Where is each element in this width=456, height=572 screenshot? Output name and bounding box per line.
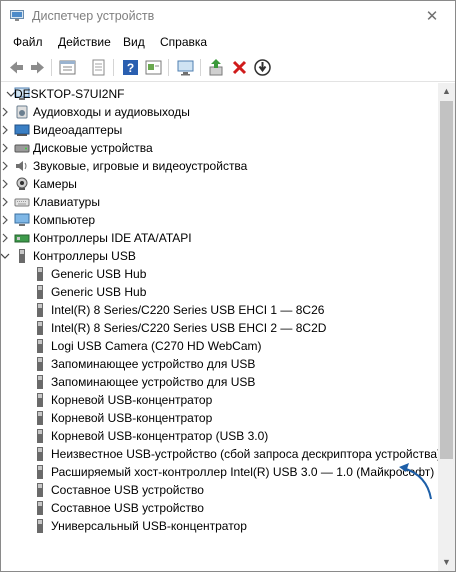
usb-device-icon xyxy=(37,285,43,299)
chevron-right-icon[interactable] xyxy=(1,211,10,229)
usb-device-label: Расширяемый хост-контроллер Intel(R) USB… xyxy=(51,465,435,479)
menu-view[interactable]: Вид xyxy=(123,35,145,49)
category-label: Контроллеры USB xyxy=(33,249,136,263)
chevron-down-icon[interactable] xyxy=(1,247,10,265)
scroll-down-arrow-icon[interactable]: ▼ xyxy=(438,554,455,571)
menu-help[interactable]: Справка xyxy=(160,35,207,49)
scroll-up-arrow-icon[interactable]: ▲ xyxy=(438,83,455,100)
properties-icon[interactable] xyxy=(58,58,77,77)
category-label: Компьютер xyxy=(33,213,96,227)
chevron-right-icon[interactable] xyxy=(1,139,10,157)
annotation-arrow-icon xyxy=(399,463,432,500)
close-button[interactable]: ✕ xyxy=(409,1,455,32)
usb-device-label: Logi USB Camera (C270 HD WebCam) xyxy=(51,339,262,353)
toolbar-separator xyxy=(51,59,52,76)
usb-device-icon xyxy=(37,501,43,515)
toolbar: ? xyxy=(1,54,455,82)
usb-device-label: Корневой USB-концентратор xyxy=(51,411,213,425)
category-label: Контроллеры IDE ATA/ATAPI xyxy=(33,231,192,245)
show-hidden-icon[interactable] xyxy=(144,58,163,77)
tree-root-label: DESKTOP-S7UI2NF xyxy=(14,87,125,101)
chevron-right-icon[interactable] xyxy=(1,193,10,211)
usb-device-label: Неизвестное USB-устройство (сбой запроса… xyxy=(51,447,438,461)
video-adapter-icon xyxy=(14,124,30,136)
chevron-right-icon[interactable] xyxy=(1,157,10,175)
chevron-right-icon[interactable] xyxy=(1,121,10,139)
help-icon[interactable]: ? xyxy=(121,58,140,77)
category-label: Дисковые устройства xyxy=(33,141,153,155)
chevron-right-icon[interactable] xyxy=(1,175,10,193)
camera-icon xyxy=(16,177,28,190)
toolbar-separator xyxy=(200,59,201,76)
category-label: Видеоадаптеры xyxy=(33,123,123,137)
usb-device-icon xyxy=(37,465,43,479)
vertical-scrollbar[interactable]: ▲ ▼ xyxy=(438,83,455,571)
usb-device-icon xyxy=(37,357,43,371)
usb-device-icon xyxy=(37,483,43,497)
update-driver-icon[interactable] xyxy=(207,58,226,77)
disk-drive-icon xyxy=(14,144,30,153)
usb-device-label: Запоминающее устройство для USB xyxy=(51,375,256,389)
category-label: Звуковые, игровые и видеоустройства xyxy=(33,159,248,173)
svg-text:?: ? xyxy=(127,61,134,75)
category-label: Камеры xyxy=(33,177,77,191)
usb-device-label: Корневой USB-концентратор xyxy=(51,393,213,407)
device-manager-window: Диспетчер устройств ✕ Файл Действие Вид … xyxy=(0,0,456,572)
toolbar-separator xyxy=(113,59,114,76)
usb-device-icon xyxy=(37,519,43,533)
usb-device-icon xyxy=(37,411,43,425)
chevron-right-icon[interactable] xyxy=(1,103,10,121)
title-bar[interactable]: Диспетчер устройств ✕ xyxy=(1,1,455,32)
window-title: Диспетчер устройств xyxy=(32,9,155,23)
usb-device-label: Универсальный USB-концентратор xyxy=(51,519,247,533)
device-manager-app-icon xyxy=(10,10,24,21)
monitor-icon[interactable] xyxy=(176,58,195,77)
usb-controller-icon xyxy=(19,249,25,263)
usb-device-icon xyxy=(37,267,43,281)
menu-bar: Файл Действие Вид Справка xyxy=(1,32,455,53)
usb-device-icon xyxy=(37,447,43,461)
category-label: Аудиовходы и аудиовыходы xyxy=(33,105,190,119)
usb-device-icon xyxy=(37,375,43,389)
back-arrow-icon[interactable] xyxy=(7,58,26,77)
usb-device-label: Intel(R) 8 Series/C220 Series USB EHCI 2… xyxy=(51,321,327,335)
device-tree: DESKTOP-S7UI2NF Аудиовходы и аудиовыходы… xyxy=(1,83,438,571)
usb-device-label: Intel(R) 8 Series/C220 Series USB EHCI 1… xyxy=(51,303,325,317)
category-label: Клавиатуры xyxy=(33,195,100,209)
usb-device-label: Составное USB устройство xyxy=(51,483,204,497)
usb-device-icon xyxy=(37,321,43,335)
usb-device-label: Generic USB Hub xyxy=(51,285,147,299)
scrollbar-thumb[interactable] xyxy=(440,101,453,459)
usb-device-label: Запоминающее устройство для USB xyxy=(51,357,256,371)
computer-icon xyxy=(14,213,30,226)
sound-icon xyxy=(16,161,27,171)
toolbar-separator xyxy=(168,59,169,76)
usb-device-label: Составное USB устройство xyxy=(51,501,204,515)
usb-device-label: Generic USB Hub xyxy=(51,267,147,281)
menu-action[interactable]: Действие xyxy=(58,35,111,49)
usb-device-icon xyxy=(37,429,43,443)
usb-device-icon xyxy=(37,303,43,317)
keyboard-icon xyxy=(14,198,30,207)
chevron-right-icon[interactable] xyxy=(1,229,10,247)
usb-device-icon xyxy=(37,339,43,353)
menu-file[interactable]: Файл xyxy=(13,35,43,49)
audio-io-icon xyxy=(16,105,28,119)
usb-device-label: Корневой USB-концентратор (USB 3.0) xyxy=(51,429,269,443)
uninstall-device-icon[interactable] xyxy=(230,58,249,77)
usb-device-icon xyxy=(37,393,43,407)
ide-controller-icon xyxy=(14,234,30,243)
document-icon[interactable] xyxy=(89,58,108,77)
forward-arrow-icon[interactable] xyxy=(28,58,47,77)
disable-device-icon[interactable] xyxy=(253,58,272,77)
